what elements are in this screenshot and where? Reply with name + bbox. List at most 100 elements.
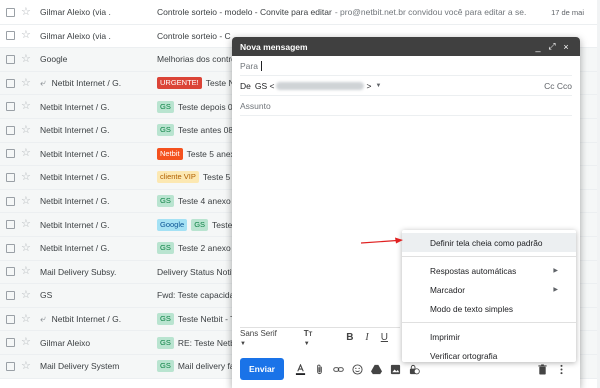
star-icon[interactable]: ☆ (21, 30, 31, 41)
subject-text: Teste 2 anexo 1 (177, 243, 238, 254)
row-sender: Netbit Internet / G. (40, 102, 152, 112)
menu-item-label: Marcador (430, 284, 466, 295)
row-checkbox[interactable] (6, 220, 15, 230)
subject-text: Teste antes 08h (177, 125, 238, 136)
subject-text: Teste Netbit - Te (177, 314, 240, 325)
subject-field[interactable]: Assunto (240, 96, 572, 116)
row-label[interactable]: GS (191, 218, 209, 231)
close-button[interactable]: × (560, 42, 572, 52)
compose-header[interactable]: Nova mensagem _ ⤢ × (232, 37, 580, 56)
link-icon[interactable] (330, 361, 346, 377)
star-icon[interactable]: ☆ (21, 148, 31, 159)
fullscreen-button[interactable]: ⤢ (546, 41, 558, 52)
row-label[interactable]: GS (157, 360, 174, 373)
row-checkbox[interactable] (6, 78, 15, 88)
star-icon[interactable]: ☆ (21, 195, 31, 207)
star-icon[interactable]: ☆ (21, 313, 31, 325)
to-field[interactable]: Para (240, 56, 572, 76)
row-label[interactable]: GS (157, 313, 174, 326)
underline-icon[interactable]: U (381, 332, 388, 343)
star-icon[interactable]: ☆ (21, 360, 31, 372)
row-sender: Mail Delivery System (40, 361, 152, 371)
photo-icon[interactable] (387, 361, 403, 377)
text-size-icon[interactable]: TT ▼ (304, 329, 334, 347)
chevron-right-icon: ▶ (553, 268, 558, 274)
row-label[interactable]: cliente VIP (157, 171, 199, 184)
menu-item[interactable]: Marcador ▶ (402, 280, 576, 299)
cc-bcc-link[interactable]: Cc Cco (544, 81, 572, 91)
row-label[interactable]: GS (157, 336, 174, 349)
row-label[interactable]: Google (157, 218, 188, 231)
send-button[interactable]: Enviar (240, 358, 284, 380)
star-icon[interactable]: ☆ (21, 289, 31, 301)
star-icon[interactable]: ☆ (21, 242, 31, 254)
menu-item[interactable]: Verificar ortografia (402, 346, 576, 365)
row-checkbox[interactable] (6, 149, 15, 159)
star-icon[interactable]: ☆ (21, 53, 31, 65)
star-icon[interactable]: ☆ (21, 337, 31, 348)
paperclip-icon[interactable] (311, 361, 327, 377)
row-label[interactable]: Netbit (157, 147, 183, 160)
drive-icon[interactable] (368, 361, 384, 377)
bold-icon[interactable]: B (346, 332, 353, 343)
row-checkbox[interactable] (6, 7, 15, 17)
minimize-button[interactable]: _ (532, 42, 544, 52)
sender-name: Mail Delivery Subsy. (40, 266, 117, 277)
row-sender: Netbit Internet / G. (40, 149, 152, 159)
from-label: De (240, 80, 251, 91)
row-sender: ⤶ Netbit Internet / G. (40, 78, 152, 89)
row-checkbox[interactable] (6, 125, 15, 135)
row-checkbox[interactable] (6, 54, 15, 64)
row-label[interactable]: GS (157, 124, 174, 137)
menu-item-label: Verificar ortografia (430, 350, 498, 361)
more-options-menu: Definir tela cheia como padrão Respostas … (402, 230, 576, 362)
row-checkbox[interactable] (6, 31, 15, 41)
emoji-icon[interactable] (349, 361, 365, 377)
sender-name: Netbit Internet / G. (51, 77, 122, 88)
menu-item[interactable]: Modo de texto simples (402, 299, 576, 318)
star-icon[interactable]: ☆ (21, 77, 31, 89)
row-checkbox[interactable] (6, 243, 15, 253)
menu-item-label: Imprimir (430, 331, 460, 342)
row-checkbox[interactable] (6, 267, 15, 277)
row-label[interactable]: GS (157, 100, 174, 113)
row-label[interactable]: URGENTE! (157, 77, 202, 90)
subject-text: Melhorias dos contro (157, 54, 236, 65)
row-date: 17 de mai (551, 7, 584, 17)
star-icon[interactable]: ☆ (21, 6, 31, 18)
compose-title: Nova mensagem (240, 41, 308, 52)
row-checkbox[interactable] (6, 290, 15, 300)
table-row[interactable]: ☆ Gilmar Aleixo (via . Controle sorteio - … (0, 1, 600, 25)
to-label: Para (240, 60, 258, 71)
menu-item[interactable]: Respostas automáticas ▶ (402, 261, 576, 280)
row-checkbox[interactable] (6, 172, 15, 182)
sender-name: Gilmar Aleixo (40, 337, 91, 348)
row-checkbox[interactable] (6, 102, 15, 112)
star-icon[interactable]: ☆ (21, 171, 31, 183)
menu-item[interactable]: Definir tela cheia como padrão (402, 233, 576, 252)
italic-icon[interactable]: I (365, 332, 368, 343)
sender-name: Netbit Internet / G. (40, 196, 110, 207)
font-select[interactable]: Sans Serif ▼ (240, 329, 292, 347)
row-checkbox[interactable] (6, 361, 15, 371)
text-color-icon[interactable] (292, 361, 308, 377)
star-icon[interactable]: ☆ (21, 219, 31, 230)
row-checkbox[interactable] (6, 338, 15, 348)
from-dropdown-icon[interactable]: ▼ (375, 83, 381, 89)
row-checkbox[interactable] (6, 196, 15, 206)
subject-text: Mail delivery fa (177, 361, 235, 372)
row-label[interactable]: GS (157, 242, 174, 255)
from-field[interactable]: De GS < > ▼ Cc Cco (240, 76, 572, 96)
star-icon[interactable]: ☆ (21, 124, 31, 136)
row-sender: Gilmar Aleixo (via . (40, 31, 152, 41)
menu-item[interactable]: Imprimir (402, 327, 576, 346)
row-checkbox[interactable] (6, 314, 15, 324)
subject-text: Controle sorteio - C (157, 30, 231, 41)
row-label[interactable]: GS (157, 195, 174, 208)
reply-icon: ⤶ (40, 77, 46, 89)
row-sender: ⤶ Netbit Internet / G. (40, 314, 152, 325)
star-icon[interactable]: ☆ (21, 266, 31, 277)
sender-name: Netbit Internet / G. (40, 219, 110, 230)
star-icon[interactable]: ☆ (21, 101, 31, 112)
row-subject: Controle sorteio - modelo - Convite para… (157, 7, 527, 17)
